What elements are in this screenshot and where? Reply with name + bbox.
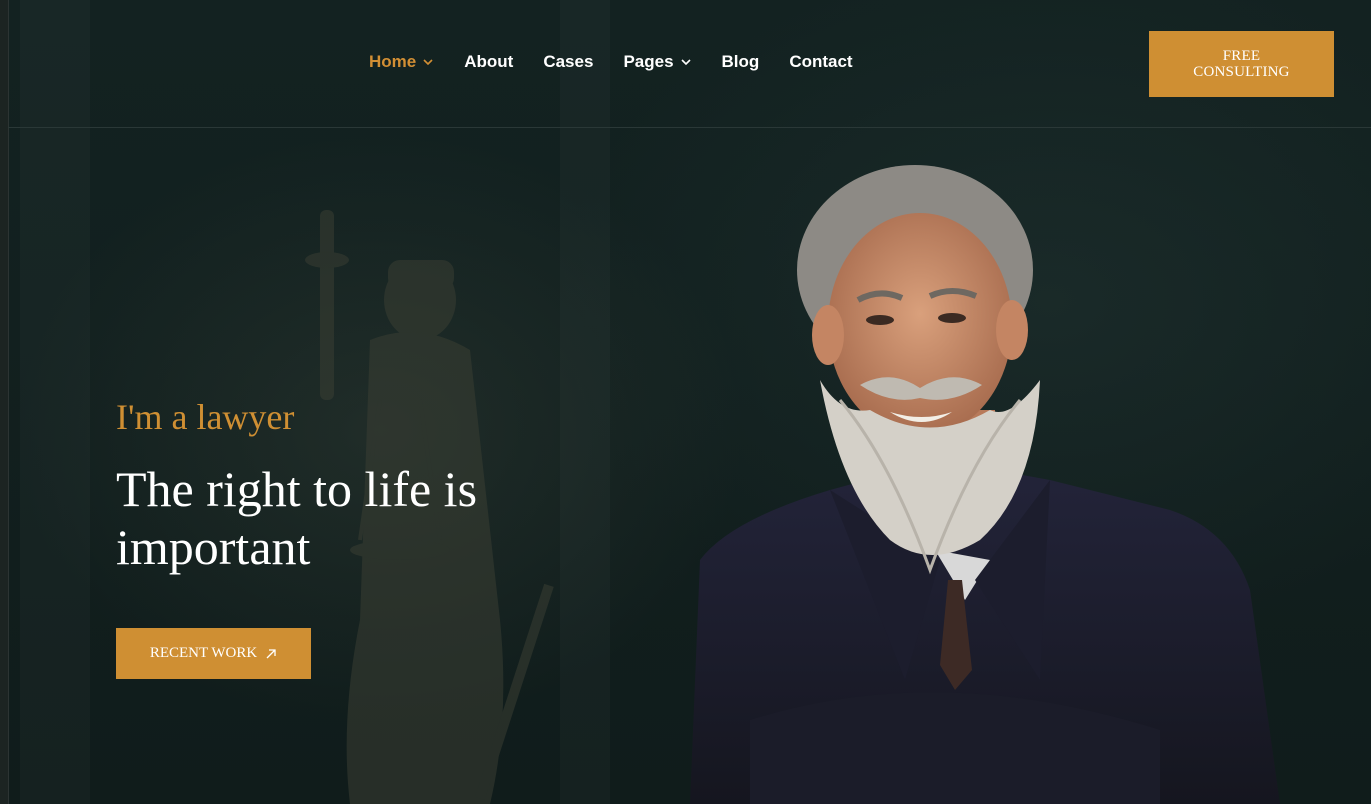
nav-item-blog[interactable]: Blog (722, 52, 760, 72)
page: Home About Cases Pages Blog Contact FREE… (0, 0, 1371, 804)
recent-work-label: RECENT WORK (149, 645, 258, 661)
free-consulting-button[interactable]: FREE CONSULTING (1149, 31, 1334, 97)
cta-line-2: CONSULTING (1193, 64, 1290, 80)
nav-item-cases[interactable]: Cases (543, 52, 593, 72)
hero-title: The right to life is important (116, 461, 478, 575)
nav-item-home[interactable]: Home (369, 52, 434, 72)
lawyer-portrait-image (690, 165, 1280, 804)
hero-subtitle: I'm a lawyer (116, 397, 295, 437)
nav-item-label: Home (369, 52, 417, 71)
nav-item-label: Blog (721, 52, 760, 71)
nav-item-contact[interactable]: Contact (789, 52, 852, 72)
cta-line-1: FREE (1222, 48, 1261, 64)
chevron-down-icon (680, 59, 691, 66)
nav-item-about[interactable]: About (464, 52, 513, 72)
nav-item-label: About (464, 52, 514, 71)
nav-item-label: Contact (789, 52, 853, 71)
nav-item-pages[interactable]: Pages (623, 52, 691, 72)
recent-work-button[interactable]: RECENT WORK (116, 628, 311, 679)
chevron-down-icon (423, 59, 433, 66)
arrow-up-right-icon (266, 648, 276, 658)
site-header: Home About Cases Pages Blog Contact FREE… (8, 0, 1371, 128)
main-nav: Home About Cases Pages Blog Contact (369, 52, 853, 72)
nav-item-label: Cases (543, 52, 594, 71)
nav-item-label: Pages (623, 52, 674, 71)
